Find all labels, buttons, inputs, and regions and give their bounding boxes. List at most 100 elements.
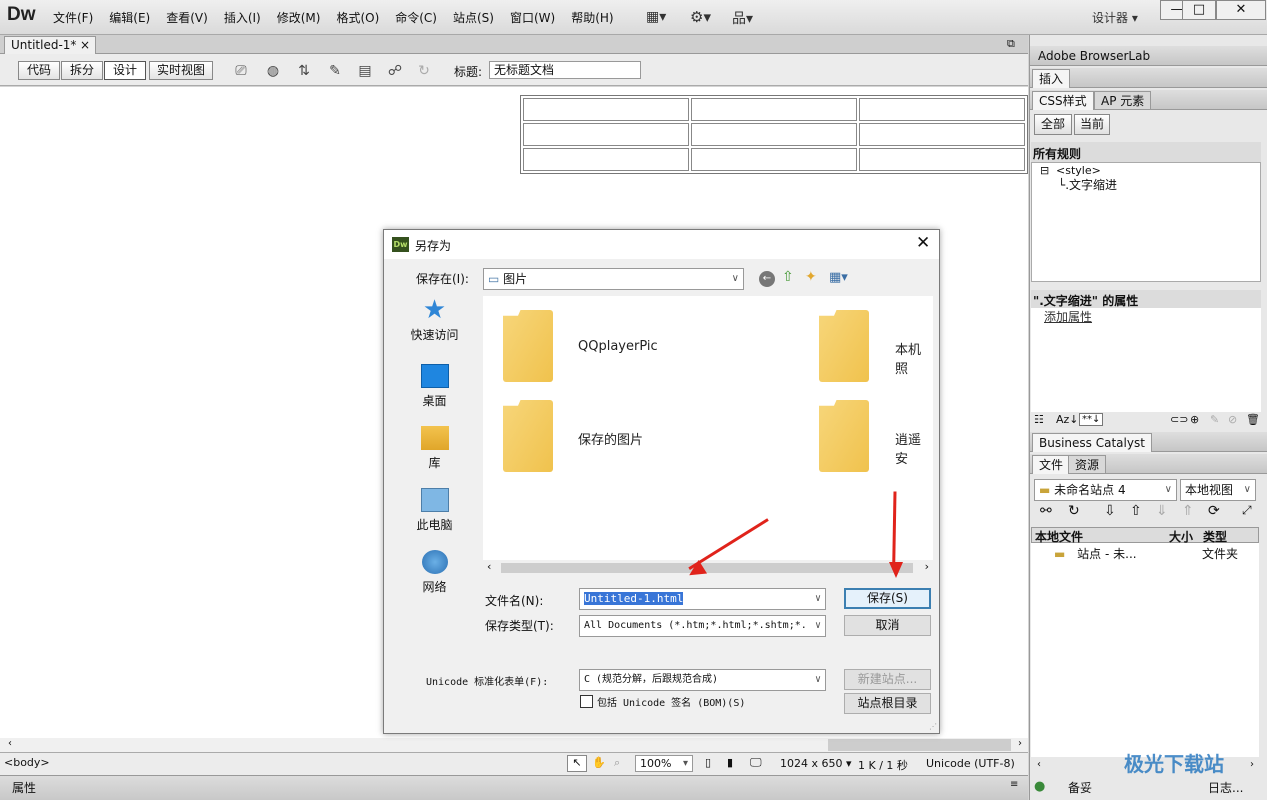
table-cell[interactable] [691, 123, 857, 146]
disable-icon[interactable]: ⊘ [1228, 413, 1237, 426]
file-tree[interactable] [1031, 543, 1259, 757]
bom-label[interactable]: 包括 Unicode 签名 (BOM)(S) [597, 694, 745, 709]
zoom-tool-icon[interactable]: ⌕ [614, 756, 620, 770]
tab-business-catalyst[interactable]: Business Catalyst [1032, 433, 1152, 452]
place-network[interactable]: 网络 [392, 550, 477, 595]
show-set-icon[interactable]: **↓ [1079, 413, 1104, 426]
menu-modify[interactable]: 修改(M) [269, 9, 329, 26]
menu-file[interactable]: 文件(F) [45, 9, 101, 26]
new-folder-icon[interactable]: ✦ [805, 269, 817, 285]
code-view-button[interactable]: 代码 [18, 61, 60, 80]
scroll-left-icon[interactable]: ‹ [1037, 759, 1041, 770]
sync-icon[interactable]: ⟳ [1208, 503, 1220, 519]
checkout-icon[interactable]: ⇓ [1156, 503, 1168, 519]
scroll-right-icon[interactable]: › [925, 560, 929, 573]
site-root-button[interactable]: 站点根目录 [844, 693, 931, 714]
dialog-close-icon[interactable]: ✕ [916, 233, 930, 253]
properties-bar[interactable] [0, 775, 1028, 800]
new-site-button[interactable]: 新建站点... [844, 669, 931, 690]
desktop-size-icon[interactable]: 🖵 [750, 755, 762, 770]
refresh-icon[interactable]: ↻ [412, 60, 436, 82]
cancel-button[interactable]: 取消 [844, 615, 931, 636]
tab-assets[interactable]: 资源 [1068, 455, 1107, 474]
tab-ap-elements[interactable]: AP 元素 [1094, 91, 1152, 110]
tag-selector[interactable]: <body> [4, 756, 50, 769]
css-current-button[interactable]: 当前 [1074, 114, 1110, 135]
visual-aids-icon[interactable]: ▤ [353, 60, 377, 82]
up-folder-icon[interactable]: ⇧ [782, 269, 794, 285]
live-view-button[interactable]: 实时视图 [149, 61, 213, 80]
table-cell[interactable] [859, 98, 1025, 121]
split-view-button[interactable]: 拆分 [61, 61, 103, 80]
document-tab[interactable]: Untitled-1* × [4, 36, 96, 54]
add-property-link[interactable]: 添加属性 [1044, 308, 1092, 325]
scroll-thumb[interactable] [501, 563, 913, 573]
css-all-button[interactable]: 全部 [1034, 114, 1072, 135]
restore-icon[interactable]: ⧉ [1007, 37, 1015, 51]
menu-site[interactable]: 站点(S) [445, 9, 502, 26]
properties-label[interactable]: 属性 [12, 779, 36, 796]
gear-icon[interactable]: ⚙▾ [690, 8, 711, 26]
table-cell[interactable] [691, 98, 857, 121]
folder-qqplayerpic[interactable]: QQplayerPic [578, 339, 658, 354]
content-table[interactable] [520, 95, 1028, 174]
check-browser-icon[interactable]: ☍ [383, 60, 407, 82]
scroll-left-icon[interactable]: ‹ [8, 738, 12, 749]
connect-icon[interactable]: ⚯ [1040, 503, 1052, 519]
select-tool-icon[interactable]: ↖ [567, 755, 587, 772]
tablet-size-icon[interactable]: ▮ [727, 756, 733, 769]
tab-files[interactable]: 文件 [1032, 455, 1071, 474]
new-rule-icon[interactable]: ⊕ [1190, 413, 1199, 426]
validate-icon[interactable]: ✎ [323, 60, 347, 82]
menu-edit[interactable]: 编辑(E) [101, 9, 158, 26]
site-select[interactable]: ▬ 未命名站点 4 ∨ [1034, 479, 1177, 501]
collapse-icon[interactable]: ⊟ [1040, 164, 1049, 177]
table-cell[interactable] [859, 123, 1025, 146]
canvas-horizontal-scrollbar[interactable]: ‹ › [0, 738, 1028, 752]
table-cell[interactable] [859, 148, 1025, 171]
log-button[interactable]: 日志... [1208, 779, 1243, 796]
zoom-select[interactable]: 100% ▾ [635, 755, 693, 772]
workspace-switcher[interactable]: 设计器 ▾ [1092, 9, 1138, 26]
file-management-icon[interactable]: ⇅ [292, 60, 316, 82]
scroll-right-icon[interactable]: › [1018, 738, 1022, 749]
put-files-icon[interactable]: ⇧ [1130, 503, 1142, 519]
file-list[interactable]: QQplayerPic 本机照 保存的图片 逍遥安 ‹ › [483, 296, 933, 576]
save-button[interactable]: 保存(S) [844, 588, 931, 609]
place-library[interactable]: 库 [392, 426, 477, 471]
scroll-right-icon[interactable]: › [1250, 759, 1254, 770]
layout-icon[interactable]: ▦▾ [646, 9, 666, 25]
preview-browser-icon[interactable]: ◍ [261, 60, 285, 82]
title-input[interactable]: 无标题文档 [489, 61, 641, 79]
back-icon[interactable]: ← [759, 271, 775, 287]
sort-az-icon[interactable]: Az↓ [1056, 413, 1079, 426]
edit-rule-icon[interactable]: ✎ [1210, 413, 1219, 426]
folder-camera-roll[interactable]: 本机照 [895, 339, 933, 377]
unicode-select[interactable]: C (规范分解，后跟规范合成) ∨ [579, 669, 826, 691]
table-cell[interactable] [523, 148, 689, 171]
maximize-button[interactable]: □ [1182, 0, 1216, 20]
site-icon[interactable]: 品▾ [732, 8, 753, 28]
view-menu-icon[interactable]: ▦▾ [829, 270, 848, 285]
tab-insert[interactable]: 插入 [1032, 69, 1071, 88]
place-desktop[interactable]: 桌面 [392, 364, 477, 409]
site-row[interactable]: ▬ 站点 - 未... [1054, 545, 1137, 562]
browserlab-header[interactable]: Adobe BrowserLab [1030, 46, 1267, 66]
panel-menu-icon[interactable]: ≡ [1010, 779, 1018, 790]
phone-size-icon[interactable]: ▯ [705, 756, 711, 769]
bom-checkbox[interactable] [580, 695, 593, 708]
rule-text-indent[interactable]: └.文字缩进 [1058, 176, 1117, 193]
tab-close-icon[interactable]: × [80, 37, 90, 53]
folder-saved-pictures[interactable]: 保存的图片 [578, 429, 643, 448]
table-cell[interactable] [523, 98, 689, 121]
menu-window[interactable]: 窗口(W) [502, 9, 563, 26]
design-view-button[interactable]: 设计 [104, 61, 146, 80]
folder-xiaoyao[interactable]: 逍遥安 [895, 429, 933, 467]
multiscreen-icon[interactable]: ⎚ [229, 60, 253, 82]
show-category-icon[interactable]: ☷ [1034, 413, 1044, 426]
attach-stylesheet-icon[interactable]: ⊂⊃ [1170, 413, 1188, 426]
scroll-left-icon[interactable]: ‹ [487, 560, 491, 573]
window-size[interactable]: 1024 x 650 ▾ [780, 757, 852, 770]
filename-input[interactable]: Untitled-1.html ∨ [579, 588, 826, 610]
menu-insert[interactable]: 插入(I) [216, 9, 269, 26]
